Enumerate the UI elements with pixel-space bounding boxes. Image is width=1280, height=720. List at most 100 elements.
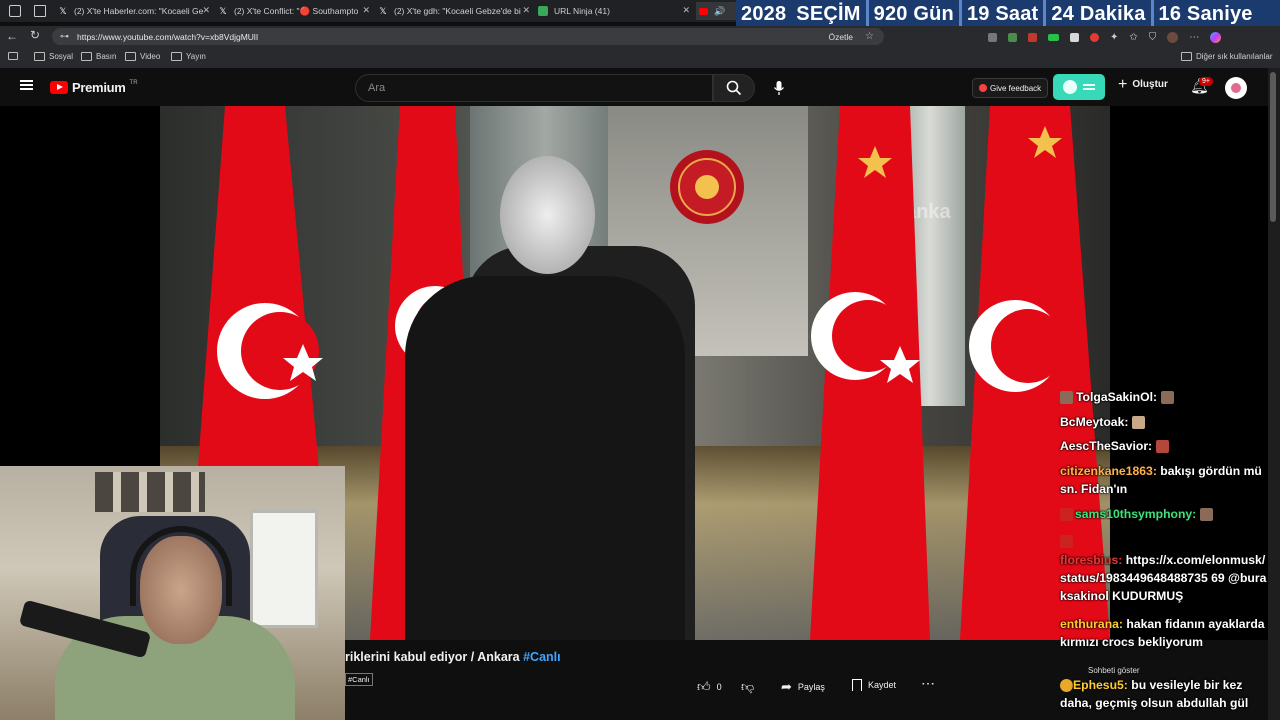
search-button[interactable]	[713, 74, 755, 102]
emote-icon	[1161, 391, 1175, 405]
reload-icon[interactable]: ↻	[30, 28, 40, 42]
bookmark-icon	[852, 679, 862, 691]
search-input[interactable]: Ara	[355, 74, 713, 102]
tab-gdh[interactable]: 𝕏 (2) X'te gdh: "Kocaeli Gebze'de bi ✕	[378, 2, 534, 20]
menu-icon[interactable]	[20, 80, 33, 90]
profile-avatar[interactable]	[1167, 31, 1179, 43]
extension-icon[interactable]	[1008, 32, 1017, 42]
tab-actions-icon[interactable]	[34, 5, 46, 17]
summarize-button[interactable]: Özetle	[828, 32, 853, 42]
folder-icon	[34, 52, 45, 61]
chat-message: Ephesu5: bu vesileyle bir kez daha, geçm…	[1060, 676, 1270, 712]
hashtag-chip[interactable]: #Canlı	[345, 673, 373, 686]
video-title-hashtag[interactable]: #Canlı	[523, 650, 561, 664]
shield-icon[interactable]: ⛉	[1149, 32, 1157, 43]
site-info-icon[interactable]: ⊶	[60, 31, 69, 42]
favorites-icon[interactable]: ✩	[1129, 32, 1137, 43]
region-code: TR	[129, 80, 138, 86]
chat-username: floresbius:	[1060, 553, 1123, 567]
tab-label: (2) X'te Conflict: "🔴 Southampto	[234, 5, 359, 16]
turkish-flag	[810, 106, 930, 640]
bookmark-label: Yayın	[186, 52, 206, 61]
folder-icon	[171, 52, 182, 61]
share-icon: ➦	[781, 679, 792, 694]
create-button[interactable]: + Oluştur	[1118, 75, 1168, 93]
share-button[interactable]: ➦ Paylaş	[781, 679, 825, 695]
scrollbar-thumb[interactable]	[1270, 72, 1276, 222]
share-label: Paylaş	[797, 682, 825, 692]
tab-label: (2) X'te Haberler.com: "Kocaeli Ge	[74, 6, 204, 16]
youtube-play-icon	[50, 81, 68, 94]
x-logo-icon: 𝕏	[59, 6, 67, 16]
tab-youtube-active[interactable]: 🔊	[696, 2, 736, 20]
like-button[interactable]: 👍︎ 0	[697, 679, 722, 695]
youtube-icon	[699, 7, 708, 15]
tab-label: URL Ninja (41)	[554, 6, 610, 16]
dislike-button[interactable]: 👎︎	[741, 679, 754, 695]
tab-url-ninja[interactable]: URL Ninja (41) ✕	[538, 2, 694, 20]
tab-conflict[interactable]: 𝕏 (2) X'te Conflict: "🔴 Southampto ✕	[218, 2, 374, 20]
emote-icon	[1132, 416, 1146, 430]
save-label: Kaydet	[868, 680, 897, 690]
bookmark-label: Diğer sık kullanılanlar	[1196, 52, 1273, 61]
extension-icon[interactable]	[1048, 33, 1059, 41]
chat-message: citizenkane1863: bakışı gördün mü sn. Fi…	[1060, 462, 1270, 498]
url-ninja-icon	[538, 6, 548, 16]
video-title-text: riklerini kabul ediyor / Ankara	[345, 650, 520, 664]
close-icon[interactable]: ✕	[682, 5, 690, 16]
bookmark-folder-basin[interactable]: Basın	[81, 52, 116, 61]
bookmark-folder-video[interactable]: Video	[125, 52, 160, 61]
workspaces-icon[interactable]	[9, 5, 21, 17]
chat-username: sams10thsymphony:	[1075, 507, 1197, 521]
x-logo-icon: 𝕏	[219, 6, 227, 16]
microphone-icon[interactable]	[773, 80, 785, 101]
youtube-logo[interactable]: Premium TR	[50, 80, 138, 95]
chat-username: enthurana:	[1060, 617, 1123, 631]
extension-icon[interactable]	[988, 32, 997, 42]
url-text: https://www.youtube.com/watch?v=xb8VdjgM…	[77, 31, 259, 42]
extension-icon[interactable]	[1070, 32, 1079, 42]
x-logo-icon: 𝕏	[379, 6, 387, 16]
countdown-year: 2028	[741, 3, 787, 25]
countdown-days: 920 Gün	[873, 3, 954, 25]
bookmark-folder-sosyal[interactable]: Sosyal	[34, 52, 73, 61]
copilot-icon[interactable]	[1210, 31, 1222, 43]
back-icon[interactable]: ←	[6, 29, 18, 43]
chat-message: enthurana: hakan fidanın ayaklarda kırmı…	[1060, 615, 1270, 651]
feedback-label: Give feedback	[990, 83, 1042, 93]
puzzle-icon[interactable]: ✦	[1110, 32, 1118, 43]
streamer-webcam	[0, 466, 345, 720]
countdown-title: SEÇİM	[796, 3, 861, 25]
folder-icon	[81, 52, 92, 61]
chat-username: AescTheSavior:	[1060, 439, 1153, 453]
bookmark-folder-other[interactable]: Diğer sık kullanılanlar	[1181, 52, 1272, 61]
save-button[interactable]: Kaydet	[852, 679, 896, 691]
star-icon[interactable]: ☆	[865, 31, 874, 42]
logo-text: Premium	[72, 80, 126, 95]
bookmark-menu-icon[interactable]	[8, 52, 18, 60]
extension-icon[interactable]	[1028, 32, 1037, 42]
plus-icon: +	[1118, 75, 1128, 93]
badge-icon	[1060, 679, 1073, 693]
thumbs-down-icon: 👎︎	[741, 679, 755, 694]
chat-username: BcMeytoak:	[1060, 415, 1129, 429]
create-label: Oluştur	[1132, 79, 1168, 90]
close-icon[interactable]: ✕	[522, 5, 530, 16]
show-chat-button[interactable]: Sohbeti göster	[1088, 666, 1140, 675]
wall-frames	[95, 472, 205, 512]
tab-haberler[interactable]: 𝕏 (2) X'te Haberler.com: "Kocaeli Ge ✕	[58, 2, 214, 20]
address-bar[interactable]: ⊶ https://www.youtube.com/watch?v=xb8Vdj…	[52, 28, 884, 45]
close-icon[interactable]: ✕	[362, 5, 370, 16]
extensions-tray: ✦ ✩ ⛉ ⋯	[988, 30, 1280, 44]
bookmark-folder-yayin[interactable]: Yayın	[171, 52, 206, 61]
more-actions-button[interactable]: ⋯	[921, 675, 935, 692]
extension-toggle[interactable]	[1053, 74, 1105, 100]
close-icon[interactable]: ✕	[202, 5, 210, 16]
feedback-icon	[979, 84, 987, 92]
audio-playing-icon[interactable]: 🔊	[714, 6, 725, 17]
extension-icon[interactable]	[1090, 32, 1099, 42]
bookmark-label: Video	[140, 52, 161, 61]
more-icon[interactable]: ⋯	[1189, 32, 1199, 43]
feedback-button[interactable]: Give feedback	[972, 78, 1049, 98]
account-avatar[interactable]	[1225, 77, 1247, 99]
